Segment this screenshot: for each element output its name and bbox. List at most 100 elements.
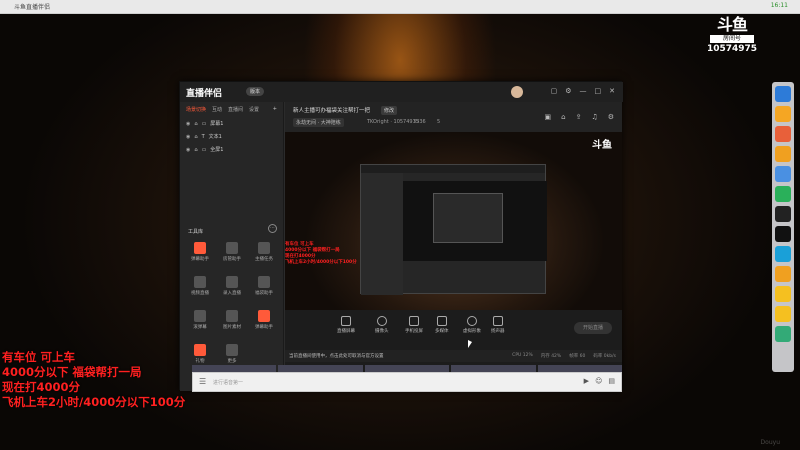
tab-scenes[interactable]: 场景切换 — [186, 106, 206, 113]
eye-icon[interactable]: ◉ — [186, 121, 190, 127]
share-icon[interactable]: ⇪ — [576, 113, 582, 121]
app-icon[interactable] — [775, 306, 791, 322]
douyu-logo: 斗鱼 — [716, 15, 748, 34]
tool-label: 弹幕助手 — [255, 325, 273, 330]
edge-icon[interactable] — [775, 246, 791, 262]
qq-icon[interactable] — [775, 226, 791, 242]
tool-label: 福袋助手 — [255, 291, 273, 296]
control-label: 虚拟形象 — [463, 329, 481, 334]
monitor-icon[interactable] — [775, 86, 791, 102]
app-icon[interactable] — [775, 206, 791, 222]
overlay-announcement: 有车位 可上车 4000分以下 福袋帮打一局 现在打4000分 飞机上车2小时/… — [2, 350, 185, 410]
nested-preview-window — [360, 164, 547, 295]
control-label: 直播屏幕 — [337, 329, 355, 334]
go-live-button[interactable]: 开始直播 — [574, 322, 612, 334]
menu-icon[interactable]: ☰ — [199, 377, 206, 386]
category-badge[interactable]: 永劫无间 · 大神陪练 — [293, 118, 344, 127]
bag-icon[interactable]: ⌂ — [561, 113, 565, 121]
screen-source-button[interactable]: 直播屏幕 — [337, 316, 355, 334]
overlay-line: 飞机上车2小时/4000分以下100分 — [285, 260, 357, 265]
tool-item[interactable]: 滚弹幕 — [184, 310, 216, 330]
lock-icon[interactable]: ⌂ — [194, 121, 197, 127]
help-icon[interactable] — [775, 146, 791, 162]
message-icon[interactable]: ▢ — [551, 87, 558, 95]
gift-icon[interactable]: ▣ — [544, 113, 551, 121]
tool-label: 主播任务 — [255, 257, 273, 262]
help-icon[interactable] — [775, 266, 791, 282]
tool-icon — [226, 310, 238, 322]
tab-interact[interactable]: 互动 — [212, 106, 222, 113]
nested-preview-inner — [433, 193, 503, 243]
app-icon[interactable] — [775, 106, 791, 122]
overlay-line: 4000分以下 福袋帮打一局 — [2, 365, 142, 379]
tab-room[interactable]: 直播间 — [228, 106, 243, 113]
avatar-source-button[interactable]: 虚拟形象 — [463, 316, 481, 334]
lock-icon[interactable]: ⌂ — [194, 134, 197, 140]
more-tools-icon[interactable]: ⋯ — [268, 224, 277, 233]
tool-label: 礼物 — [195, 359, 205, 364]
wechat-icon[interactable] — [775, 186, 791, 202]
camera-source-button[interactable]: 摄像头 — [375, 316, 389, 334]
version-badge[interactable]: 版本 — [246, 87, 265, 96]
window-title: 斗鱼直播伴侣 — [14, 4, 51, 11]
tools-label: 工具库 — [188, 229, 204, 235]
phone-cast-button[interactable]: 手机投屏 — [405, 316, 423, 334]
edit-title-button[interactable]: 修改 — [381, 106, 398, 115]
media-source-button[interactable]: 多媒体 — [435, 316, 449, 334]
tool-label: 录入直播 — [223, 291, 241, 296]
minimize-icon[interactable]: — — [580, 87, 587, 95]
nested-titlebar — [361, 165, 545, 173]
tab-settings[interactable]: 设置 — [249, 106, 259, 113]
room-number: 10574975 — [706, 44, 758, 54]
recycle-bin-icon[interactable] — [775, 326, 791, 342]
scene-label: 文本1 — [208, 134, 222, 140]
tool-icon — [258, 276, 270, 288]
avatar-icon — [467, 316, 477, 326]
tool-item[interactable]: 视频直播 — [184, 276, 216, 296]
hot-count: 5 — [437, 119, 441, 125]
image-icon[interactable]: ▤ — [608, 377, 615, 385]
settings-icon[interactable]: ⚙ — [565, 87, 571, 95]
status-warning[interactable]: 当前直播间使用中，点击此处可取消与官方设置 — [289, 353, 384, 359]
chat-input[interactable]: 进行语音第一 — [213, 379, 243, 386]
close-icon[interactable]: ✕ — [609, 87, 615, 95]
streaming-app-window: 直播伴侣 版本 ▢ ⚙ — □ ✕ 场景切换 互动 直播间 设置 + ◉ ⌂ ▭ 屏幕… — [179, 81, 623, 391]
tool-item[interactable]: 房管助手 — [216, 242, 248, 262]
stream-preview[interactable]: 斗鱼 有车位 可上车 4000分以下 福袋帮打一局 现在打4000分 飞机上车2… — [285, 132, 622, 310]
tool-item[interactable]: 录入直播 — [216, 276, 248, 296]
tool-item[interactable]: 弹幕助手 — [248, 310, 280, 330]
bell-icon[interactable]: ♫ — [591, 113, 597, 121]
eye-icon[interactable]: ◉ — [186, 134, 190, 140]
fans-count: 3336 — [413, 119, 426, 125]
tool-item[interactable]: 福袋助手 — [248, 276, 280, 296]
emoji-icon[interactable]: ☺ — [595, 377, 602, 385]
scene-item[interactable]: ◉ ⌂ T 文本1 — [180, 130, 283, 143]
scene-item[interactable]: ◉ ⌂ ▭ 屏幕1 — [180, 117, 283, 130]
camera-icon[interactable]: ▶ — [584, 377, 589, 385]
folder-icon[interactable] — [775, 166, 791, 182]
add-scene-icon[interactable]: + — [273, 106, 277, 113]
avatar[interactable] — [511, 86, 523, 98]
tool-item[interactable]: 图片素材 — [216, 310, 248, 330]
tool-item[interactable]: 礼物 — [184, 344, 216, 364]
tool-label: 房管助手 — [223, 257, 241, 262]
tool-item[interactable]: 主播任务 — [248, 242, 280, 262]
monitor-icon — [341, 316, 351, 326]
settings-icon[interactable]: ⚙ — [608, 113, 614, 121]
tool-item[interactable]: 更多 — [216, 344, 248, 364]
scene-label: 全屏1 — [210, 147, 224, 153]
speaker-button[interactable]: 扬声器 — [491, 316, 505, 334]
room-header: 新人主播可办福袋关注帮打一把 修改 永劫无间 · 大神陪练 TKOright ·… — [285, 102, 622, 132]
app-icon[interactable] — [775, 286, 791, 302]
sidebar-tabs: 场景切换 互动 直播间 设置 + — [180, 102, 283, 117]
clock: 16:11 — [770, 2, 788, 9]
douyu-watermark-logo: 斗鱼 — [592, 140, 612, 151]
lock-icon[interactable]: ⌂ — [194, 147, 197, 153]
nested-sidebar — [361, 173, 403, 295]
eye-icon[interactable]: ◉ — [186, 147, 190, 153]
scene-item[interactable]: ◉ ⌂ ▭ 全屏1 — [180, 143, 283, 156]
app-icon[interactable] — [775, 126, 791, 142]
maximize-icon[interactable]: □ — [595, 87, 602, 95]
tool-item[interactable]: 弹幕助手 — [184, 242, 216, 262]
overlay-line: 有车位 可上车 — [2, 350, 76, 364]
